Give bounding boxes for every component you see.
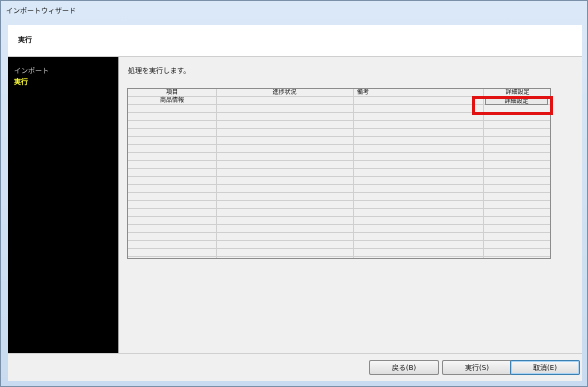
cancel-button[interactable]: 取消(E) (510, 360, 580, 375)
table-row (128, 201, 550, 209)
table-row (128, 169, 550, 177)
table-row (128, 129, 550, 137)
page-title: 実行 (18, 36, 32, 44)
table-row (128, 241, 550, 249)
sidebar-item-execute: 実行 (14, 78, 28, 86)
table-row (128, 233, 550, 241)
column-header-item: 項目 (165, 89, 178, 96)
run-button[interactable]: 実行(S) (442, 360, 512, 375)
table-row (128, 105, 550, 113)
column-header-note: 備考 (357, 89, 370, 96)
table-row (128, 113, 550, 121)
table-row (128, 153, 550, 161)
table-header-row: 項目 進捗状況 備考 詳細設定 (128, 89, 550, 97)
wizard-window: インポートウィザード 実行 インポート 実行 処理を実行します。 項目 進捗状況… (0, 0, 588, 387)
table-row (128, 209, 550, 217)
table-row (128, 193, 550, 201)
footer-bar: 戻る(B) 実行(S) 取消(E) (8, 353, 582, 381)
back-button[interactable]: 戻る(B) (369, 360, 439, 375)
main-content: 処理を実行します。 項目 進捗状況 備考 詳細設定 商品情報 詳細設定 (118, 57, 582, 353)
item-cell: 商品情報 (159, 97, 184, 104)
import-table: 項目 進捗状況 備考 詳細設定 商品情報 詳細設定 (127, 88, 551, 259)
table-row (128, 121, 550, 129)
status-message: 処理を実行します。 (128, 67, 191, 75)
sidebar-item-import: インポート (14, 67, 49, 75)
detail-settings-button[interactable]: 詳細設定 (485, 97, 548, 105)
table-row (128, 161, 550, 169)
table-row (128, 249, 550, 257)
title-bar: インポートウィザード (1, 1, 587, 20)
table-row (128, 137, 550, 145)
table-row (128, 145, 550, 153)
table-row (128, 185, 550, 193)
window-title: インポートウィザード (6, 6, 76, 15)
column-header-progress: 進捗状況 (272, 89, 297, 96)
note-cell (357, 97, 483, 105)
column-header-detail: 詳細設定 (505, 89, 530, 96)
wizard-steps-sidebar: インポート 実行 (8, 57, 118, 353)
page-header: 実行 (8, 25, 582, 57)
table-row (128, 177, 550, 185)
table-row (128, 225, 550, 233)
table-row (128, 217, 550, 225)
progress-cell (216, 97, 353, 105)
